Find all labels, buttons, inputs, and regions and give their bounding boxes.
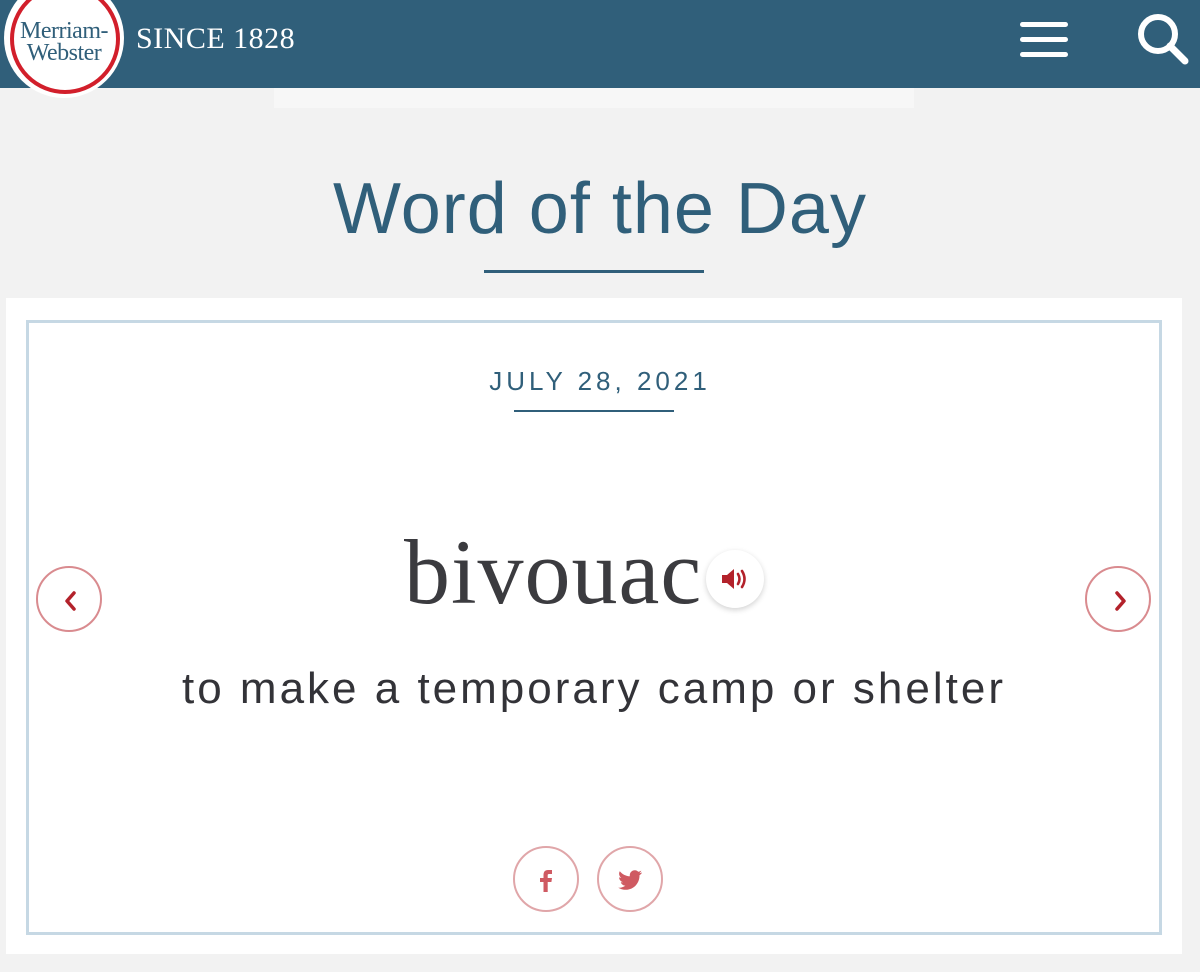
next-word-button[interactable] [1085,566,1151,632]
search-icon [1138,14,1189,65]
ad-placeholder [274,88,914,108]
tagline: SINCE 1828 [136,22,296,55]
logo-line-2: Webster [26,40,102,66]
twitter-share-button[interactable] [597,846,663,912]
merriam-webster-logo[interactable]: Merriam- Webster [6,0,122,96]
hamburger-menu-icon-bar [1020,37,1068,42]
logo-text: Merriam- Webster [6,18,122,66]
menu-button[interactable] [1016,18,1072,62]
search-button[interactable] [1132,8,1192,68]
word-card-frame [26,320,1162,935]
word-date: JULY 28, 2021 [489,366,711,396]
facebook-share-button[interactable] [513,846,579,912]
chevron-right-icon [1115,591,1126,611]
chevron-left-icon [65,591,76,611]
page-title: Word of the Day [333,169,867,249]
twitter-icon [618,870,642,890]
pronunciation-audio-button[interactable] [706,550,764,608]
title-underline [484,270,704,273]
previous-word-button[interactable] [36,566,102,632]
word-of-the-day: bivouac [404,521,703,623]
hamburger-menu-icon [1020,22,1068,27]
hamburger-menu-icon-bar [1020,52,1068,57]
speaker-icon [722,569,746,589]
word-definition: to make a temporary camp or shelter [182,664,1006,713]
logo-line-1: Merriam- [20,18,108,44]
top-nav-bar: Merriam- Webster SINCE 1828 [0,0,1200,96]
date-underline [514,410,674,412]
facebook-icon [540,870,552,892]
